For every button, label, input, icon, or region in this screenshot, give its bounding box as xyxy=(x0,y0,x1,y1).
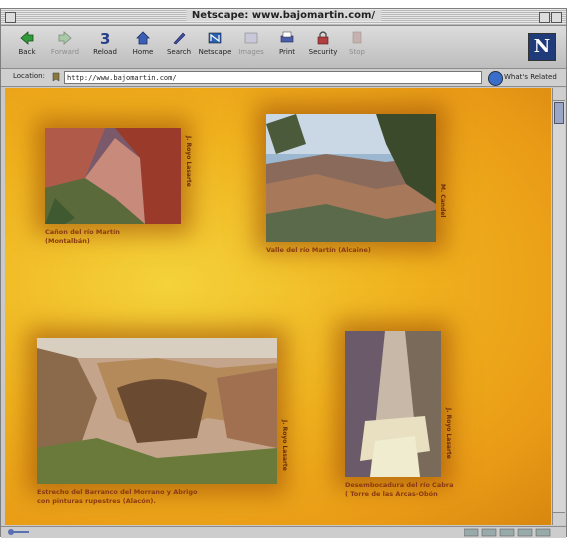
photo-3-credit: J. Royo Lasarte xyxy=(281,420,288,471)
photo-4-caption: Desembocadura del río Cabra ( Torre de l… xyxy=(345,481,453,499)
valley-photo-2 xyxy=(266,114,436,242)
location-bar: Location: What's Related xyxy=(1,69,566,87)
print-button[interactable]: Print xyxy=(269,30,305,64)
reload-label: Reload xyxy=(93,48,117,56)
page-proxy-icon[interactable] xyxy=(51,72,61,82)
netscape-icon xyxy=(208,32,222,44)
stop-button[interactable]: Stop xyxy=(339,30,375,64)
forward-arrow-icon xyxy=(58,31,72,45)
home-icon xyxy=(136,31,150,45)
related-globe-icon xyxy=(488,71,503,86)
navigation-toolbar: Back Forward 3 Reload Home Search Netsca… xyxy=(1,26,566,69)
canyon-photo-1 xyxy=(45,128,181,224)
stop-label: Stop xyxy=(349,48,365,56)
stop-icon xyxy=(352,31,362,44)
netscape-logo[interactable]: N xyxy=(528,33,556,61)
photo-4-credit: J. Royo Lasarte xyxy=(445,408,452,459)
photo-3-caption-line-2: con pinturas rupestres (Alacón). xyxy=(37,497,156,505)
search-icon xyxy=(173,32,186,45)
gorge-photo-3 xyxy=(37,338,277,484)
svg-text:3: 3 xyxy=(100,30,110,45)
netscape-label: Netscape xyxy=(198,48,232,56)
photo-2-caption: Valle del río Martín (Alcaine) xyxy=(266,246,371,255)
river-photo-4 xyxy=(345,331,441,477)
home-button[interactable]: Home xyxy=(125,30,161,64)
security-label: Security xyxy=(308,48,338,56)
close-box[interactable] xyxy=(5,12,16,23)
title-bar[interactable]: Netscape: www.bajomartin.com/ xyxy=(1,9,566,26)
search-button[interactable]: Search xyxy=(161,30,197,64)
forward-label: Forward xyxy=(50,48,80,56)
vertical-scrollbar[interactable] xyxy=(552,88,565,525)
gallery-photo-3[interactable] xyxy=(37,338,277,484)
photo-1-credit: J. Royo Lasarte xyxy=(185,136,192,187)
security-button[interactable]: Security xyxy=(305,30,341,64)
browser-window: Netscape: www.bajomartin.com/ Back Forwa… xyxy=(0,8,567,538)
photo-4-caption-line-2: ( Torre de las Arcas-Obón xyxy=(345,490,438,498)
back-label: Back xyxy=(18,48,36,56)
status-bar xyxy=(1,526,566,538)
gallery-photo-4[interactable] xyxy=(345,331,441,477)
print-label: Print xyxy=(278,48,296,56)
reload-button[interactable]: 3 Reload xyxy=(87,30,123,64)
photo-4-caption-line-1: Desembocadura del río Cabra xyxy=(345,481,454,489)
search-label: Search xyxy=(166,48,192,56)
photo-1-caption-line-1: Cañon del río Martín xyxy=(45,228,120,236)
photo-3-caption-line-1: Estrecho del Barranco del Morrano y Abri… xyxy=(37,488,198,496)
photo-2-credit: M. Candel xyxy=(439,184,446,218)
print-icon xyxy=(280,31,294,43)
photo-2-caption-line-1: Valle del río Martín (Alcaine) xyxy=(266,246,371,254)
photo-1-caption-line-2: (Montalbán) xyxy=(45,237,90,245)
security-key-icon[interactable] xyxy=(7,528,31,536)
component-bar[interactable] xyxy=(464,528,554,537)
url-input[interactable] xyxy=(64,71,482,84)
collapse-box[interactable] xyxy=(551,12,562,23)
back-button[interactable]: Back xyxy=(9,30,45,64)
gallery-photo-2[interactable] xyxy=(266,114,436,242)
images-label: Images xyxy=(238,48,264,56)
whats-related-button[interactable]: What's Related xyxy=(488,71,560,86)
zoom-box[interactable] xyxy=(539,12,550,23)
images-button[interactable]: Images xyxy=(233,30,269,64)
scroll-thumb[interactable] xyxy=(554,102,564,124)
window-title: Netscape: www.bajomartin.com/ xyxy=(185,10,382,21)
netscape-button[interactable]: Netscape xyxy=(197,30,233,64)
photo-3-caption: Estrecho del Barranco del Morrano y Abri… xyxy=(37,488,198,506)
location-label: Location: xyxy=(13,72,45,80)
security-lock-icon xyxy=(317,31,329,45)
images-icon xyxy=(244,32,258,44)
page-content: J. Royo Lasarte Cañon del río Martín (Mo… xyxy=(5,88,551,525)
photo-1-caption: Cañon del río Martín (Montalbán) xyxy=(45,228,120,246)
back-arrow-icon xyxy=(20,31,34,45)
gallery-photo-1[interactable] xyxy=(45,128,181,224)
scroll-up-arrow[interactable] xyxy=(553,88,565,101)
home-label: Home xyxy=(132,48,154,56)
whats-related-label: What's Related xyxy=(504,73,557,81)
forward-button[interactable]: Forward xyxy=(47,30,83,64)
scroll-down-arrow[interactable] xyxy=(553,512,565,525)
reload-icon: 3 xyxy=(100,30,110,45)
